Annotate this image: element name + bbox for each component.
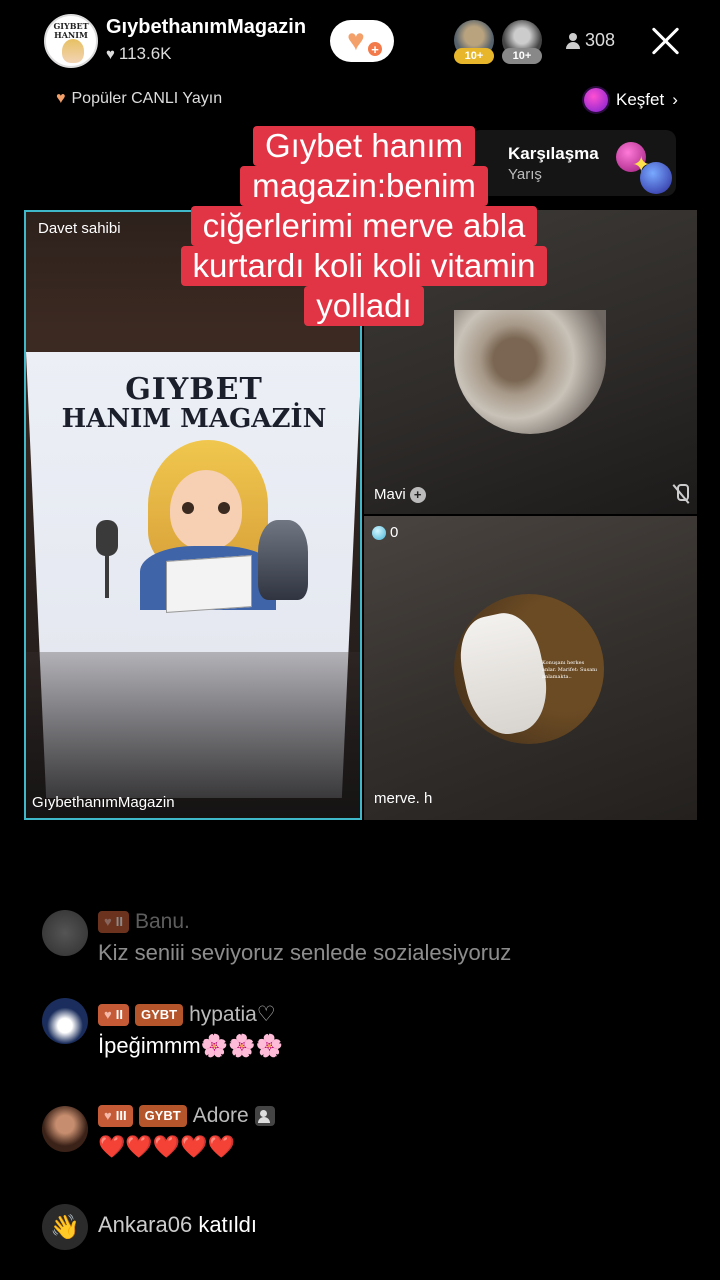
host-avatar[interactable]: GIYBET HANIM — [44, 14, 98, 68]
caption-line: ciğerlerimi merve abla — [190, 206, 538, 246]
explore-label: Keşfet — [616, 90, 665, 109]
popular-live-label: Popüler CANLI Yayın — [71, 90, 223, 107]
caption-line: kurtardı koli koli vitamin — [180, 246, 548, 286]
wave-hand-icon: 👋 — [42, 1204, 88, 1250]
level-badge: ♥ II — [98, 1003, 129, 1026]
chat-text: İpeğimmm🌸🌸🌸 — [98, 1033, 283, 1058]
planet-icon — [584, 88, 608, 112]
match-orbs-icon: ✦ — [614, 134, 676, 196]
heart-icon: ♥ — [56, 90, 66, 107]
top-viewer-avatar[interactable]: 10+ — [454, 20, 494, 64]
gem-icon — [372, 525, 386, 540]
chat-text: ❤️❤️❤️❤️❤️ — [98, 1134, 235, 1159]
host-likes-count: 113.6K — [118, 44, 172, 63]
viewer-rank-badge: 10+ — [454, 48, 494, 64]
viewer-count-value: 308 — [585, 30, 616, 50]
fan-club-badge: GYBT — [138, 1105, 187, 1127]
caption-line: yolladı — [304, 286, 424, 326]
guest-avatar-coffee — [454, 310, 606, 434]
chat-username[interactable]: Adore — [193, 1104, 249, 1128]
guest-gem-value: 0 — [390, 524, 399, 541]
guest-avatar-quote: Konuşanı herkes anlar. Marifet: Susanı a… — [542, 660, 597, 680]
viewer-count[interactable]: 308 — [566, 30, 615, 51]
host-illustration — [96, 440, 316, 614]
joined-action: katıldı — [198, 1212, 258, 1237]
guest-panel-merve[interactable]: 0 Konuşanı herkes anlar. Marifet: Susanı… — [364, 516, 697, 820]
chat-avatar[interactable] — [42, 1106, 88, 1152]
top-viewer-avatar[interactable]: 10+ — [502, 20, 542, 64]
host-likes: ♥ 113.6K — [106, 44, 172, 64]
chat-username[interactable]: Banu. — [135, 910, 190, 934]
host-name[interactable]: GıybethanımMagazin — [106, 16, 306, 39]
guest-name: Mavi — [374, 486, 406, 503]
follow-button[interactable]: ♥ + — [330, 20, 394, 62]
friend-icon — [254, 1106, 275, 1126]
host-avatar-illustration — [62, 39, 84, 63]
lamp-title-line2: HANIM MAGAZİN — [61, 404, 327, 434]
top-bar: GIYBET HANIM GıybethanımMagazin ♥ 113.6K… — [0, 0, 720, 80]
host-panel-name: GıybethanımMagazin — [32, 794, 175, 811]
caption-line: Gıybet hanım — [252, 126, 476, 166]
close-button[interactable] — [648, 24, 682, 58]
host-role-label: Davet sahibi — [38, 220, 121, 237]
viewer-rank-badge: 10+ — [502, 48, 542, 64]
chat-text: Kiz seniii seviyoruz senlede sozialesiyo… — [98, 940, 512, 965]
level-badge: ♥ II — [98, 911, 129, 933]
guest-name-row: Mavi + — [374, 486, 426, 503]
join-notice: Ankara06 katıldı — [98, 1212, 257, 1238]
explore-link[interactable]: Keşfet › — [584, 88, 678, 112]
caption-overlay: Gıybet hanım magazin:benim ciğerlerimi m… — [138, 126, 590, 326]
chevron-right-icon: › — [672, 90, 678, 109]
follow-plus-icon[interactable]: + — [409, 486, 426, 503]
caption-line: magazin:benim — [240, 166, 488, 206]
lamp-title-line1: GIYBET — [125, 372, 263, 407]
chat-username[interactable]: hypatia♡ — [189, 1002, 276, 1027]
chat-avatar[interactable] — [42, 998, 88, 1044]
chat-message: ♥ II Banu. Kiz seniii seviyoruz senlede s… — [98, 910, 511, 966]
chat-avatar[interactable] — [42, 910, 88, 956]
guest-avatar-horse: Konuşanı herkes anlar. Marifet: Susanı a… — [454, 594, 604, 744]
joined-username[interactable]: Ankara06 — [98, 1212, 192, 1237]
host-avatar-logo-text: GIYBET HANIM — [53, 21, 89, 40]
fan-club-badge: GYBT — [134, 1003, 184, 1026]
person-icon — [566, 32, 580, 49]
level-badge: ♥ III — [98, 1105, 133, 1127]
heart-icon: ♥ — [106, 45, 115, 63]
mic-muted-icon — [672, 484, 690, 504]
guest-name: merve. h — [374, 790, 433, 807]
guest-gem-count: 0 — [372, 524, 398, 541]
chat-message: ♥ III GYBT Adore ❤️❤️❤️❤️❤️ — [98, 1104, 275, 1160]
chat-message: ♥ II GYBT hypatia♡ İpeğimmm🌸🌸🌸 — [98, 1002, 283, 1059]
popular-live-link[interactable]: ♥ Popüler CANLI Yayın — [56, 90, 222, 108]
heart-plus-icon: ♥ + — [347, 26, 383, 57]
